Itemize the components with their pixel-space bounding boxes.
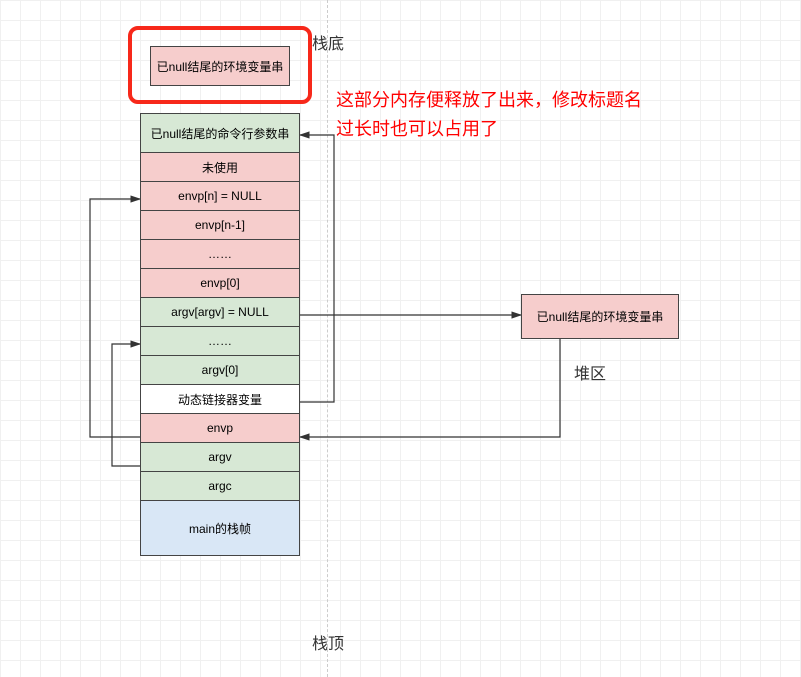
stack-cell-2: envp[n] = NULL <box>140 181 300 211</box>
stack-bottom-label: 栈底 <box>312 30 344 54</box>
stack-top-label: 栈顶 <box>312 630 344 654</box>
stack-cell-3: envp[n-1] <box>140 210 300 240</box>
stack-cell-7: …… <box>140 326 300 356</box>
stack-cell-11: argv <box>140 442 300 472</box>
stack-column: 已null结尾的命令行参数串未使用envp[n] = NULLenvp[n-1]… <box>140 114 300 556</box>
stack-cell-4: …… <box>140 239 300 269</box>
annotation-text: 这部分内存便释放了出来，修改标题名 过长时也可以占用了 <box>336 86 642 144</box>
center-dashed-guide <box>327 0 328 677</box>
stack-cell-10: envp <box>140 413 300 443</box>
stack-cell-12: argc <box>140 471 300 501</box>
annotation-line1: 这部分内存便释放了出来，修改标题名 <box>336 86 642 115</box>
stack-cell-9: 动态链接器变量 <box>140 384 300 414</box>
stack-cell-1: 未使用 <box>140 152 300 182</box>
annotation-line2: 过长时也可以占用了 <box>336 115 642 144</box>
heap-area-label: 堆区 <box>574 360 606 384</box>
stack-cell-8: argv[0] <box>140 355 300 385</box>
stack-cell-6: argv[argv] = NULL <box>140 297 300 327</box>
stack-cell-13: main的栈帧 <box>140 500 300 556</box>
highlight-border <box>128 26 312 104</box>
heap-cell-env-strings: 已null结尾的环境变量串 <box>521 294 679 339</box>
stack-cell-0: 已null结尾的命令行参数串 <box>140 113 300 153</box>
stack-cell-5: envp[0] <box>140 268 300 298</box>
